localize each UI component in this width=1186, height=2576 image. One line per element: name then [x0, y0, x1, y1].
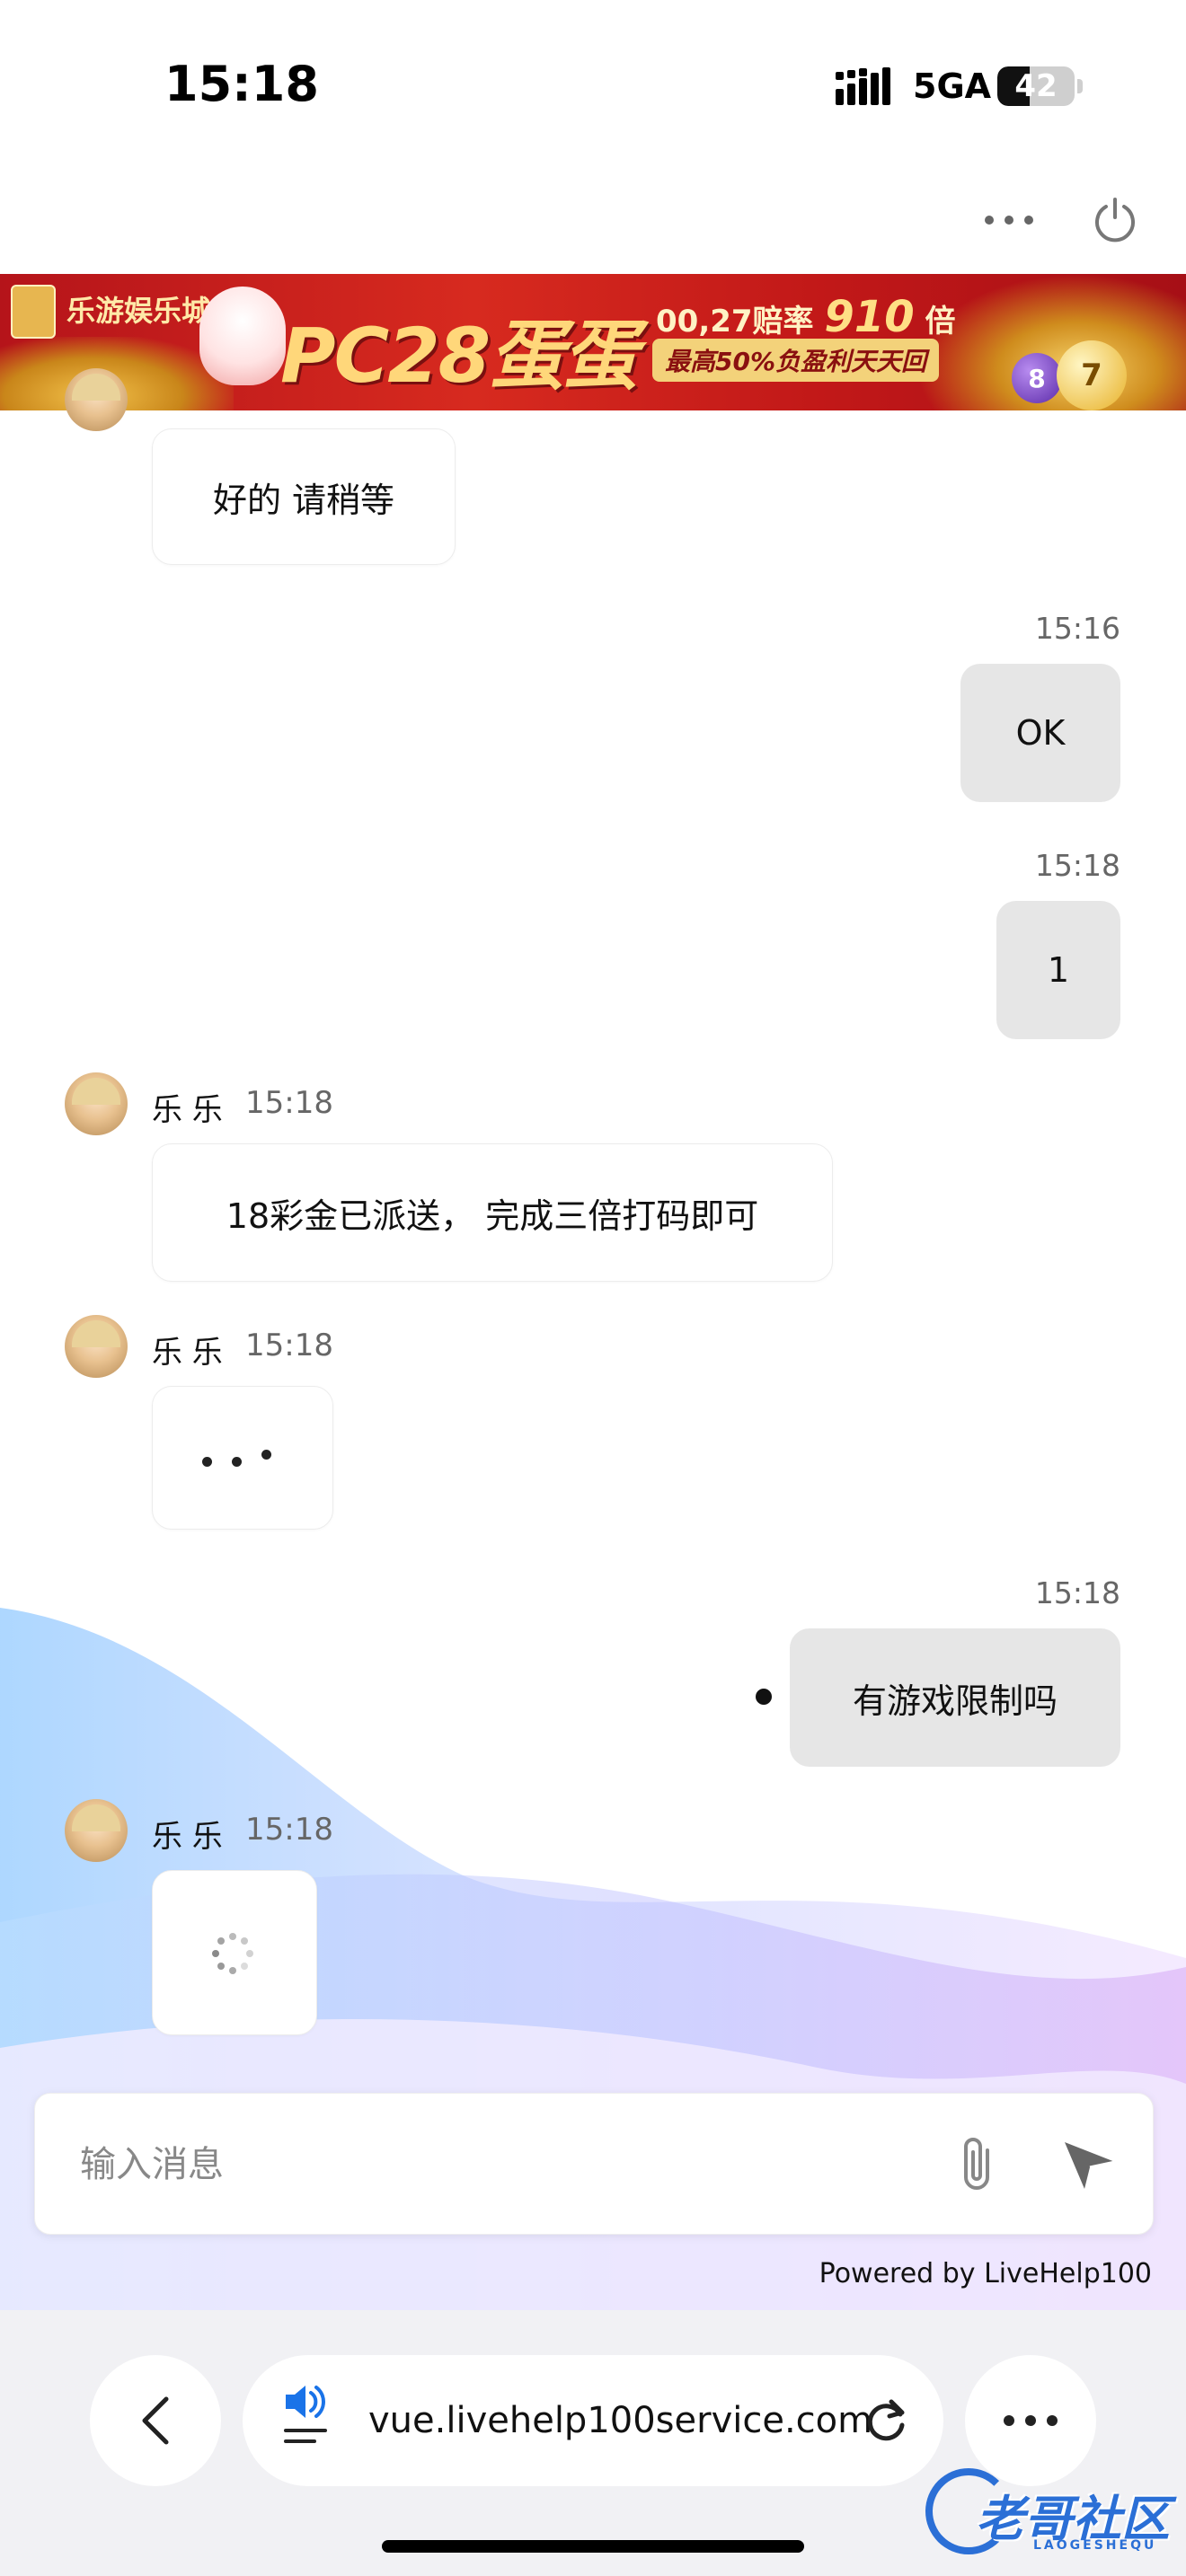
sender-name: 乐 乐 [152, 1092, 223, 1128]
message-timestamp: 15:18 [1034, 848, 1120, 883]
battery-tip [1077, 79, 1083, 93]
back-button[interactable] [90, 2355, 221, 2486]
browser-menu-button[interactable] [965, 2355, 1096, 2486]
message-timestamp: 15:18 [245, 1085, 333, 1121]
power-icon[interactable] [1092, 196, 1138, 243]
sender-name: 乐 乐 [152, 1335, 223, 1371]
user-message-bubble: 1 [996, 901, 1120, 1039]
message-timestamp: 15:18 [245, 1812, 333, 1848]
agent-avatar [65, 1072, 128, 1135]
typing-indicator-icon [202, 1450, 271, 1467]
send-icon[interactable] [1059, 2137, 1119, 2192]
message-composer [34, 2093, 1154, 2235]
battery-icon: 42 [997, 66, 1075, 106]
more-horizontal-icon [1004, 2415, 1058, 2426]
agent-message-bubble: 好的 请稍等 [152, 428, 456, 565]
lottery-ball-icon: 8 [1012, 353, 1062, 403]
loading-spinner-icon [212, 1933, 253, 1974]
message-text: OK [1015, 713, 1066, 753]
status-time: 15:18 [164, 56, 319, 112]
message-text: 18彩金已派送， 完成三倍打码即可 [226, 1195, 759, 1236]
promo-banner[interactable]: 乐游娱乐城 PC28蛋蛋 00,27赔率 910 倍 最高50%负盈利天天回 8… [0, 274, 1186, 410]
banner-rate-suffix: 倍 [925, 304, 956, 340]
user-message-bubble: OK [960, 664, 1120, 802]
message-text: 好的 请稍等 [212, 480, 395, 520]
banner-rate: 00,27赔率 910 倍 [656, 292, 955, 342]
mascot-icon [199, 287, 286, 385]
brand-emblem-icon [11, 285, 56, 339]
browser-toolbar: vue.livehelp100service.com 老哥社区 LAOGESHE… [0, 2310, 1186, 2576]
banner-rate-value: 910 [824, 292, 915, 342]
message-timestamp: 15:18 [1034, 1575, 1120, 1610]
battery-level-label: 42 [1014, 68, 1058, 104]
message-timestamp: 15:18 [245, 1328, 333, 1363]
more-options-icon[interactable] [981, 202, 1037, 238]
ball-number: 8 [1028, 363, 1046, 393]
lottery-ball-icon: 7 [1057, 340, 1127, 410]
message-input[interactable] [78, 2130, 890, 2200]
attachment-icon[interactable] [951, 2134, 1005, 2193]
url-text[interactable]: vue.livehelp100service.com [368, 2355, 872, 2486]
user-message-bubble: 有游戏限制吗 [790, 1628, 1120, 1767]
agent-avatar [65, 1315, 128, 1378]
unread-dot-icon [756, 1689, 772, 1705]
agent-avatar [65, 1799, 128, 1862]
message-text: 1 [1047, 950, 1070, 990]
speaker-reader-icon[interactable] [282, 2382, 336, 2454]
network-type-label: 5GA [913, 66, 992, 106]
message-text: 有游戏限制吗 [852, 1681, 1058, 1721]
home-indicator [382, 2540, 804, 2553]
powered-by-label: Powered by LiveHelp100 [819, 2258, 1152, 2289]
ball-number: 7 [1081, 357, 1102, 393]
chevron-left-icon [142, 2396, 169, 2445]
reload-icon[interactable] [859, 2395, 911, 2447]
sender-name: 乐 乐 [152, 1819, 223, 1855]
banner-subtitle: 最高50%负盈利天天回 [652, 339, 940, 382]
agent-message-bubble: 18彩金已派送， 完成三倍打码即可 [152, 1143, 833, 1282]
banner-title: PC28蛋蛋 [280, 312, 638, 400]
agent-avatar [65, 368, 128, 431]
watermark-logo: 老哥社区 LAOGESHEQU [925, 2468, 1186, 2558]
cellular-signal-icon [836, 67, 890, 105]
address-bar[interactable]: vue.livehelp100service.com [243, 2355, 943, 2486]
status-bar: 15:18 5GA 42 [0, 0, 1186, 171]
banner-brand: 乐游娱乐城 [66, 294, 211, 328]
message-timestamp: 15:16 [1034, 611, 1120, 646]
banner-rate-prefix: 00,27赔率 [656, 304, 814, 340]
watermark-subtext: LAOGESHEQU [1033, 2538, 1157, 2553]
